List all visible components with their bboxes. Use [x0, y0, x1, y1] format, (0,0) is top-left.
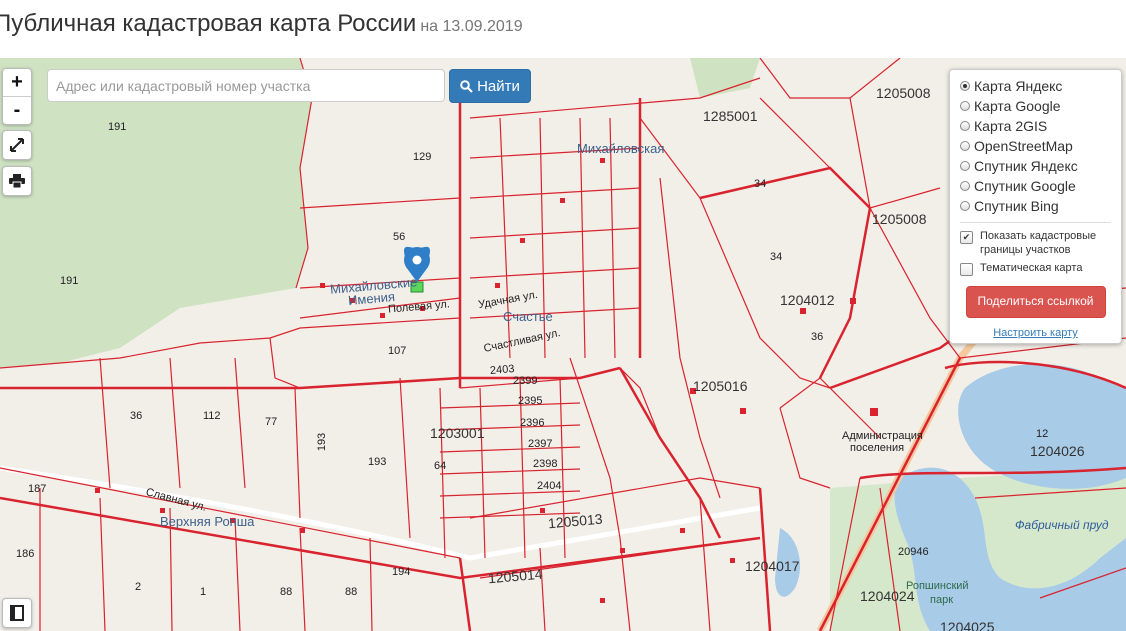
- radio-button[interactable]: [960, 101, 970, 111]
- page-header: Публичная кадастровая карта России на 13.…: [0, 0, 1126, 58]
- layers-panel: Карта Яндекс Карта Google Карта 2GIS OpenSt…: [949, 69, 1122, 344]
- printer-icon: [9, 174, 25, 188]
- zoom-control: + -: [2, 68, 32, 125]
- print-button[interactable]: [2, 166, 32, 196]
- show-boundaries-label: Показать кадастровые границы участков: [980, 230, 1097, 256]
- basemap-option[interactable]: Карта Яндекс: [960, 76, 1111, 96]
- radio-button[interactable]: [960, 141, 970, 151]
- checkbox-box[interactable]: ✔: [960, 231, 973, 244]
- page-title: Публичная кадастровая карта России на 13.…: [0, 10, 523, 38]
- find-button[interactable]: Найти: [449, 69, 531, 103]
- checkbox-box[interactable]: [960, 263, 973, 276]
- address-search-input[interactable]: [47, 69, 445, 102]
- fullscreen-button[interactable]: [2, 130, 32, 160]
- book-icon: [10, 605, 24, 621]
- search-icon: [460, 79, 473, 93]
- find-button-label: Найти: [477, 77, 520, 95]
- thematic-map-checkbox[interactable]: Тематическая карта: [960, 261, 1111, 276]
- basemap-option-label: OpenStreetMap: [974, 138, 1073, 154]
- basemap-option[interactable]: OpenStreetMap: [960, 136, 1111, 156]
- radio-button[interactable]: [960, 181, 970, 191]
- title-text: Публичная кадастровая карта России: [0, 10, 417, 37]
- radio-button[interactable]: [960, 201, 970, 211]
- basemap-option[interactable]: Карта Google: [960, 96, 1111, 116]
- zoom-in-button[interactable]: +: [3, 69, 31, 96]
- basemap-option[interactable]: Карта 2GIS: [960, 116, 1111, 136]
- basemap-option-label: Спутник Яндекс: [974, 158, 1078, 174]
- basemap-option-label: Карта 2GIS: [974, 118, 1048, 134]
- basemap-option[interactable]: Спутник Google: [960, 176, 1111, 196]
- radio-button[interactable]: [960, 121, 970, 131]
- thematic-map-label: Тематическая карта: [980, 262, 1083, 274]
- divider: [960, 222, 1111, 223]
- share-link-button[interactable]: Поделиться ссылкой: [965, 286, 1106, 318]
- basemap-option-label: Карта Google: [974, 98, 1061, 114]
- radio-button[interactable]: [960, 161, 970, 171]
- show-boundaries-checkbox[interactable]: ✔ Показать кадастровые границы участков: [960, 229, 1111, 257]
- radio-button[interactable]: [960, 81, 970, 91]
- basemap-option-label: Спутник Bing: [974, 198, 1059, 214]
- date-label: на 13.09.2019: [420, 18, 523, 35]
- legend-button[interactable]: [2, 598, 32, 628]
- expand-icon: [10, 138, 24, 152]
- basemap-option-label: Карта Яндекс: [974, 78, 1063, 94]
- configure-map-link[interactable]: Настроить карту: [960, 327, 1111, 339]
- zoom-out-button[interactable]: -: [3, 96, 31, 124]
- basemap-option-label: Спутник Google: [974, 178, 1076, 194]
- basemap-list: Карта Яндекс Карта Google Карта 2GIS OpenSt…: [960, 76, 1111, 216]
- basemap-option[interactable]: Спутник Bing: [960, 196, 1111, 216]
- basemap-option[interactable]: Спутник Яндекс: [960, 156, 1111, 176]
